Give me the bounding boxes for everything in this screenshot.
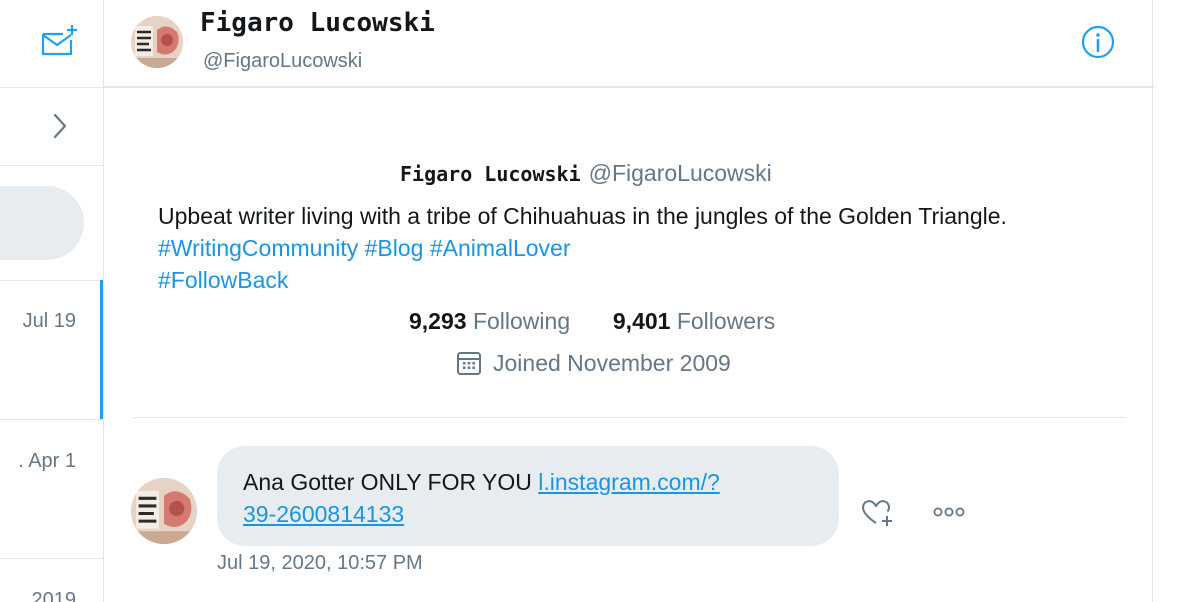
conversation-date: 2019 [31,589,77,602]
conversation-info-button[interactable] [1080,24,1116,60]
profile-bio-text: Upbeat writer living with a tribe of Chi… [158,203,1007,229]
react-button[interactable] [860,496,896,530]
hashtag-link[interactable]: #Blog [365,235,424,261]
new-message-button[interactable] [40,22,80,58]
new-message-icon [41,25,77,56]
more-horizontal-icon [933,507,965,517]
conversation-list: Jul 19 . Apr 1 2019 [0,0,104,602]
hashtag-link[interactable]: #FollowBack [158,267,288,293]
following-count: 9,293 [409,308,467,334]
followers-link[interactable]: 9,401 Followers [613,308,775,334]
conversation-date: Jul 19 [22,310,76,332]
avatar[interactable] [131,16,183,68]
following-label: Following [472,308,571,334]
search-messages-input[interactable] [0,186,84,260]
conversation-item[interactable]: Jul 19 [0,281,103,419]
conversation-date: . Apr 1 [18,450,76,472]
followers-count: 9,401 [612,308,671,334]
more-options-button[interactable] [930,500,970,524]
hashtag-link[interactable]: #WritingCommunity [158,235,358,261]
chevron-right-icon [53,113,67,139]
message-bubble: Ana Gotter ONLY FOR YOU l.instagram.com/… [217,446,839,546]
pane-border [1152,0,1153,602]
profile-name-line[interactable]: Figaro Lucowski @FigaroLucowski [400,160,772,187]
conversation-item[interactable]: 2019 [0,559,103,602]
profile-handle: @FigaroLucowski [588,160,772,186]
conversation-title: Figaro Lucowski [200,8,435,38]
heart-plus-icon [862,500,892,526]
calendar-icon [457,352,481,375]
joined-date: Joined November 2009 [455,349,731,377]
info-icon [1081,25,1115,59]
profile-stats: 9,293 Following 9,401 Followers [409,308,775,335]
profile-name: Figaro Lucowski [400,162,581,186]
conversation-item[interactable]: . Apr 1 [0,420,103,558]
followers-label: Followers [676,308,776,334]
joined-text: Joined November 2009 [493,349,731,376]
message-link[interactable]: l.instagram.com/? [538,469,720,495]
message-link-continued[interactable]: 39-2600814133 [243,501,404,527]
message-timestamp: Jul 19, 2020, 10:57 PM [217,552,423,574]
following-link[interactable]: 9,293 Following [409,308,570,334]
sender-avatar[interactable] [131,478,197,544]
message-requests-chevron[interactable] [48,112,72,140]
conversation-handle: @FigaroLucowski [203,50,363,72]
hashtag-link[interactable]: #AnimalLover [430,235,571,261]
message-text: Ana Gotter ONLY FOR YOU [243,469,532,495]
profile-bio: Upbeat writer living with a tribe of Chi… [158,200,1118,296]
active-conversation-indicator [100,280,103,419]
